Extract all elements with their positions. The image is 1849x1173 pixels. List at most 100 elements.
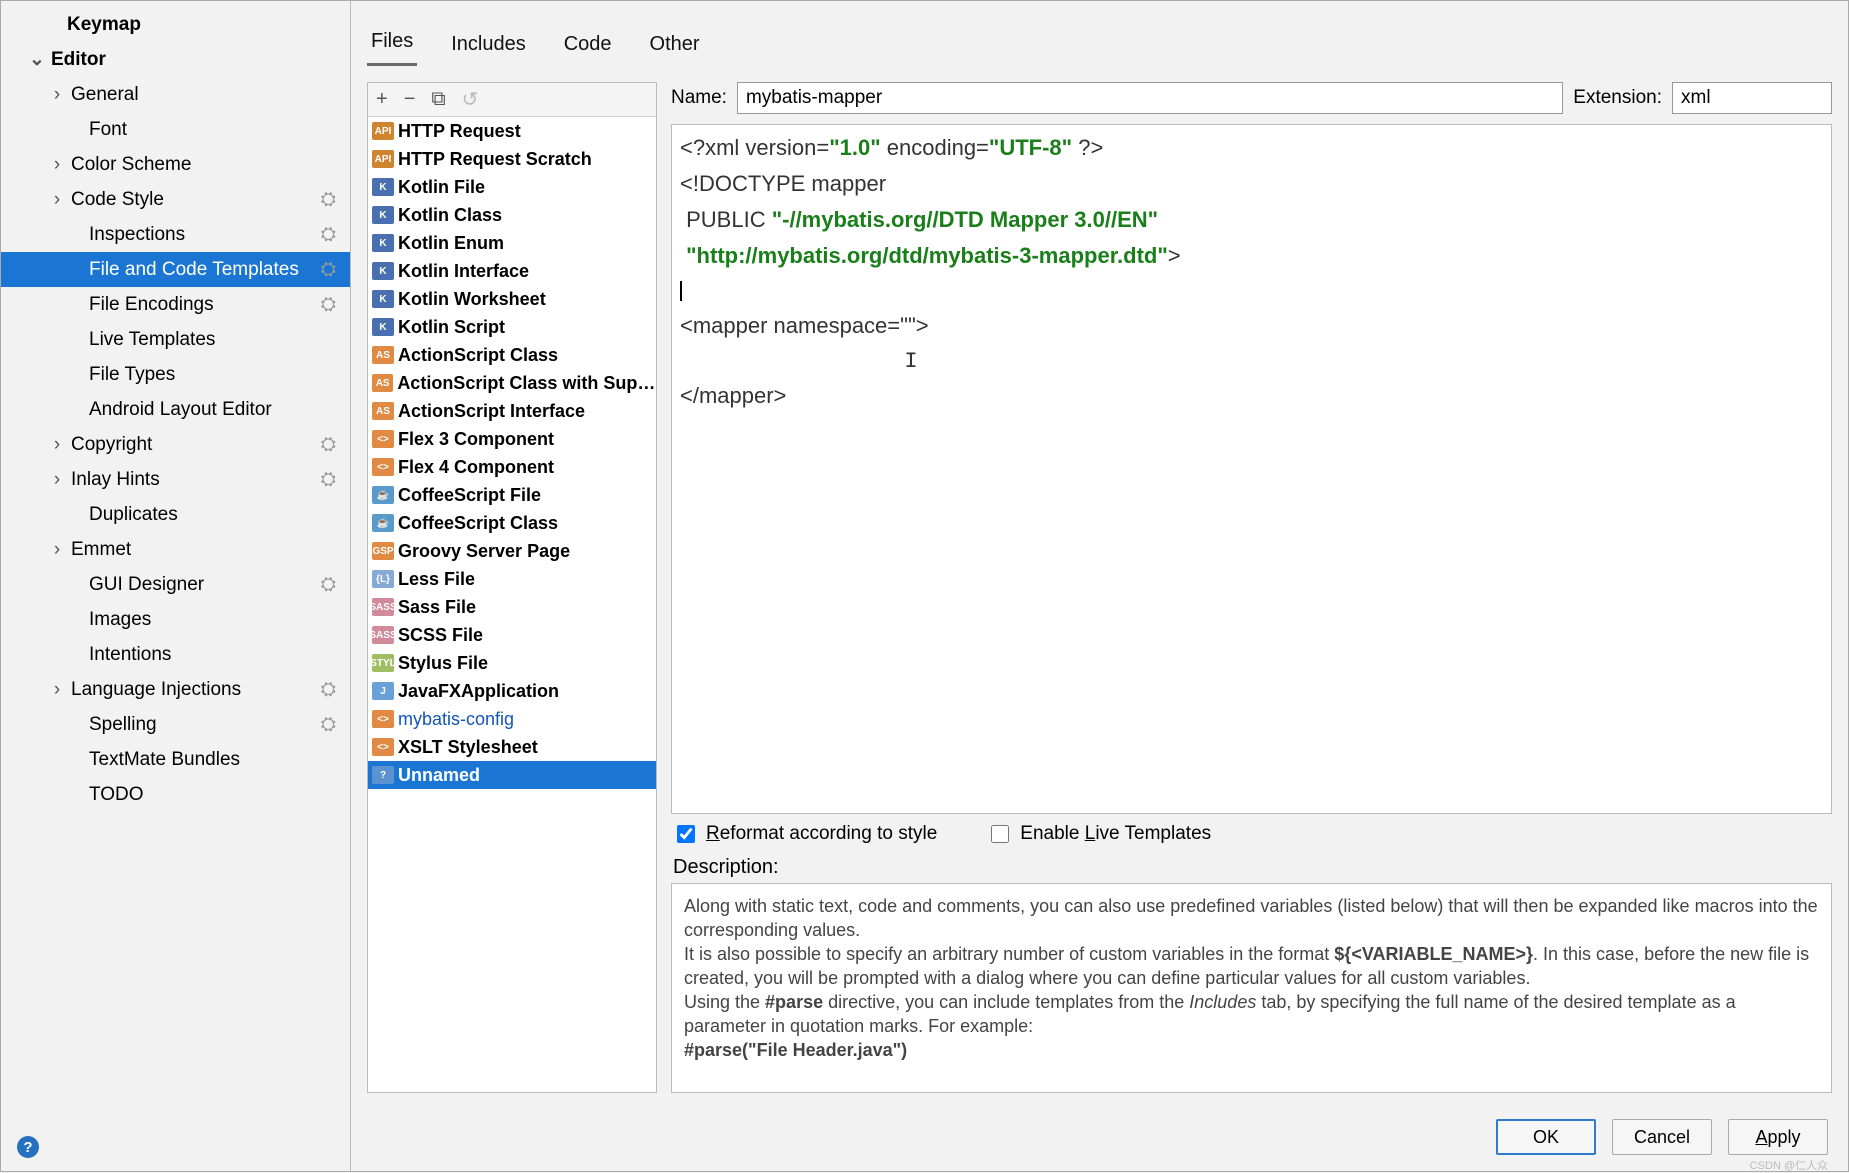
chevron-right-icon: › <box>49 154 65 176</box>
template-item-label: Kotlin Script <box>398 317 505 338</box>
remove-icon[interactable]: − <box>404 88 416 111</box>
template-item[interactable]: JJavaFXApplication <box>368 677 656 705</box>
name-label: Name: <box>671 87 727 109</box>
sidebar-item[interactable]: TODO <box>1 777 350 812</box>
sidebar-item-label: Code Style <box>71 189 321 211</box>
file-type-icon: <> <box>372 430 394 448</box>
template-item[interactable]: SASSSass File <box>368 593 656 621</box>
sidebar-item-label: Keymap <box>67 14 350 36</box>
apply-button[interactable]: Apply <box>1728 1119 1828 1155</box>
template-item[interactable]: APIHTTP Request <box>368 117 656 145</box>
tab-other[interactable]: Other <box>646 25 704 66</box>
sidebar-item[interactable]: Android Layout Editor <box>1 392 350 427</box>
file-type-icon: K <box>372 290 394 308</box>
sidebar-item[interactable]: Keymap <box>1 7 350 42</box>
settings-sidebar: Keymap⌄Editor›GeneralFont›Color Scheme›C… <box>1 1 351 1171</box>
template-item[interactable]: KKotlin Worksheet <box>368 285 656 313</box>
cancel-button[interactable]: Cancel <box>1612 1119 1712 1155</box>
template-item[interactable]: <>mybatis-config <box>368 705 656 733</box>
template-item[interactable]: SASSSCSS File <box>368 621 656 649</box>
template-item[interactable]: KKotlin Script <box>368 313 656 341</box>
gear-icon: ⛭ <box>321 434 336 456</box>
add-icon[interactable]: + <box>376 88 388 111</box>
file-type-icon: API <box>372 150 394 168</box>
tab-includes[interactable]: Includes <box>447 25 530 66</box>
sidebar-item[interactable]: Live Templates <box>1 322 350 357</box>
template-item[interactable]: KKotlin Enum <box>368 229 656 257</box>
extension-label: Extension: <box>1573 87 1662 109</box>
extension-input[interactable] <box>1672 82 1832 114</box>
live-templates-checkbox[interactable]: Enable Live Templates <box>987 822 1211 846</box>
template-item[interactable]: KKotlin File <box>368 173 656 201</box>
sidebar-item[interactable]: GUI Designer⛭ <box>1 567 350 602</box>
template-item[interactable]: STYLStylus File <box>368 649 656 677</box>
sidebar-item-label: Inlay Hints <box>71 469 321 491</box>
template-item[interactable]: ?Unnamed <box>368 761 656 789</box>
sidebar-item-label: Emmet <box>71 539 350 561</box>
template-item[interactable]: ASActionScript Interface <box>368 397 656 425</box>
sidebar-item[interactable]: ›Inlay Hints⛭ <box>1 462 350 497</box>
sidebar-item[interactable]: Spelling⛭ <box>1 707 350 742</box>
file-type-icon: K <box>372 262 394 280</box>
sidebar-item[interactable]: Duplicates <box>1 497 350 532</box>
sidebar-item[interactable]: File Encodings⛭ <box>1 287 350 322</box>
sidebar-item-label: Intentions <box>89 644 350 666</box>
template-item[interactable]: KKotlin Interface <box>368 257 656 285</box>
sidebar-item-label: Live Templates <box>89 329 350 351</box>
file-type-icon: SASS <box>372 626 394 644</box>
sidebar-item[interactable]: ›Copyright⛭ <box>1 427 350 462</box>
template-item[interactable]: <>Flex 4 Component <box>368 453 656 481</box>
template-item[interactable]: GSPGroovy Server Page <box>368 537 656 565</box>
sidebar-item[interactable]: ›Emmet <box>1 532 350 567</box>
file-type-icon: {L} <box>372 570 394 588</box>
live-templates-checkbox-input[interactable] <box>991 825 1009 843</box>
template-item[interactable]: ☕CoffeeScript File <box>368 481 656 509</box>
sidebar-item[interactable]: ›Code Style⛭ <box>1 182 350 217</box>
template-item[interactable]: {L}Less File <box>368 565 656 593</box>
template-code-editor[interactable]: <?xml version="1.0" encoding="UTF-8" ?> … <box>671 124 1832 814</box>
sidebar-item-label: Language Injections <box>71 679 321 701</box>
template-list[interactable]: APIHTTP RequestAPIHTTP Request ScratchKK… <box>368 117 656 1092</box>
sidebar-item[interactable]: ⌄Editor <box>1 42 350 77</box>
help-icon[interactable]: ? <box>17 1136 39 1158</box>
template-item[interactable]: <>XSLT Stylesheet <box>368 733 656 761</box>
sidebar-item[interactable]: File Types <box>1 357 350 392</box>
chevron-right-icon: › <box>49 469 65 491</box>
sidebar-item[interactable]: File and Code Templates⛭ <box>1 252 350 287</box>
sidebar-item[interactable]: Images <box>1 602 350 637</box>
gear-icon: ⛭ <box>321 679 336 701</box>
template-item[interactable]: KKotlin Class <box>368 201 656 229</box>
template-item-label: HTTP Request Scratch <box>398 149 592 170</box>
reformat-checkbox-input[interactable] <box>677 825 695 843</box>
file-type-icon: AS <box>372 402 394 420</box>
sidebar-item[interactable]: Intentions <box>1 637 350 672</box>
sidebar-item[interactable]: ›Color Scheme <box>1 147 350 182</box>
copy-icon[interactable]: ⧉ <box>431 88 445 111</box>
template-item-label: Kotlin Enum <box>398 233 504 254</box>
sidebar-item[interactable]: Font <box>1 112 350 147</box>
sidebar-item-label: File Types <box>89 364 350 386</box>
undo-icon[interactable]: ↺ <box>462 87 479 112</box>
sidebar-item[interactable]: TextMate Bundles <box>1 742 350 777</box>
sidebar-item[interactable]: ›Language Injections⛭ <box>1 672 350 707</box>
file-type-icon: <> <box>372 738 394 756</box>
watermark: CSDN @仁人众 <box>1750 1157 1828 1173</box>
sidebar-item[interactable]: ›General <box>1 77 350 112</box>
name-input[interactable] <box>737 82 1563 114</box>
template-item[interactable]: APIHTTP Request Scratch <box>368 145 656 173</box>
ok-button[interactable]: OK <box>1496 1119 1596 1155</box>
sidebar-item[interactable]: Inspections⛭ <box>1 217 350 252</box>
tab-files[interactable]: Files <box>367 22 417 66</box>
sidebar-item-label: File and Code Templates <box>89 259 321 281</box>
template-item[interactable]: ☕CoffeeScript Class <box>368 509 656 537</box>
chevron-right-icon: › <box>49 189 65 211</box>
template-item[interactable]: ASActionScript Class <box>368 341 656 369</box>
template-item[interactable]: ASActionScript Class with Supers <box>368 369 656 397</box>
file-type-icon: STYL <box>372 654 394 672</box>
template-item[interactable]: <>Flex 3 Component <box>368 425 656 453</box>
tab-code[interactable]: Code <box>560 25 616 66</box>
reformat-checkbox[interactable]: Reformat according to style <box>673 822 937 846</box>
template-item-label: SCSS File <box>398 625 483 646</box>
sidebar-item-label: GUI Designer <box>89 574 321 596</box>
template-item-label: JavaFXApplication <box>398 681 559 702</box>
